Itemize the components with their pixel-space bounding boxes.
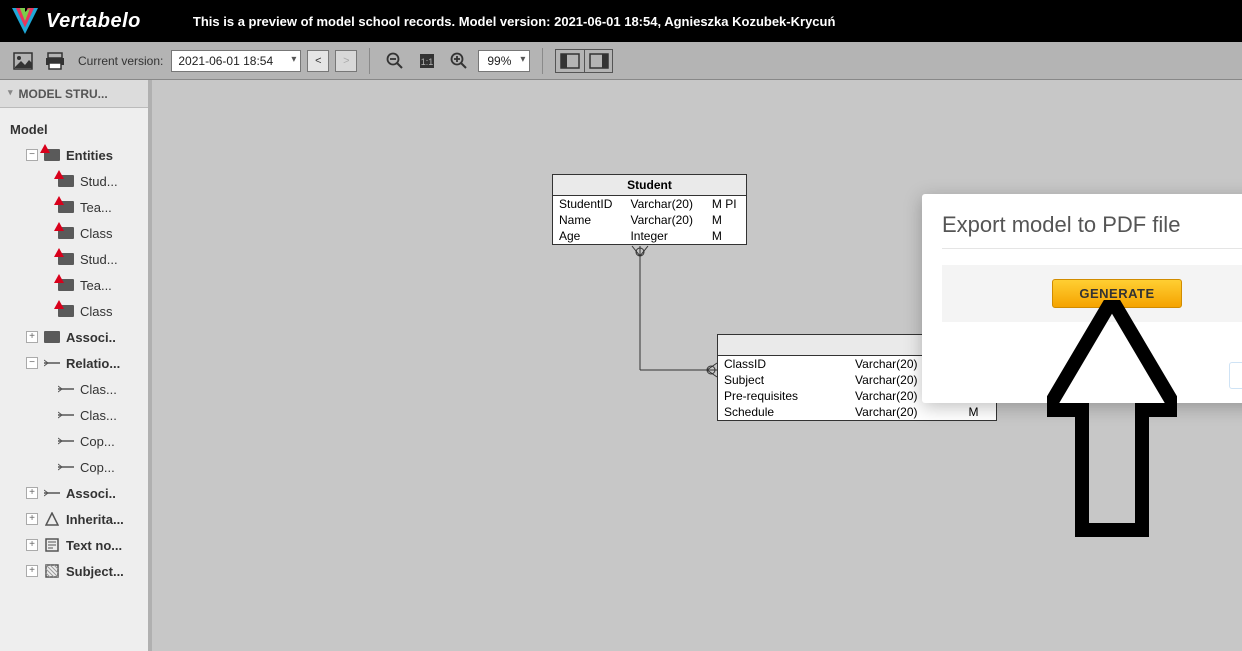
expand-icon[interactable]: + — [26, 513, 38, 525]
zoom-select[interactable]: 99% — [478, 50, 530, 72]
export-image-icon[interactable] — [10, 48, 36, 74]
print-icon[interactable] — [42, 48, 68, 74]
tree-entities[interactable]: − Entities — [0, 142, 148, 168]
svg-text:1:1: 1:1 — [421, 57, 434, 67]
separator — [369, 48, 370, 74]
model-tree: Model − Entities Stud... Tea... Class St… — [0, 108, 148, 592]
generate-wrap: GENERATE — [942, 265, 1242, 322]
toolbar: Current version: 2021-06-01 18:54 < > 1:… — [0, 42, 1242, 80]
close-button[interactable]: Close — [1229, 362, 1242, 389]
tree-text-notes[interactable]: + Text no... — [0, 532, 148, 558]
relationship-icon — [58, 434, 74, 448]
zoom-in-icon[interactable] — [446, 48, 472, 74]
tree-entity-item[interactable]: Stud... — [0, 246, 148, 272]
subject-area-icon — [44, 564, 60, 578]
tree-entity-item[interactable]: Tea... — [0, 272, 148, 298]
inheritance-icon — [44, 512, 60, 526]
divider — [942, 248, 1242, 249]
panel-toggle-group — [555, 49, 613, 73]
tree-entity-item[interactable]: Class — [0, 220, 148, 246]
brand-text: Vertabelo — [46, 10, 141, 33]
relationship-icon — [58, 382, 74, 396]
sidebar: MODEL STRU... Model − Entities Stud... T… — [0, 80, 152, 651]
tree-inheritances[interactable]: + Inherita... — [0, 506, 148, 532]
relationship-icon — [58, 460, 74, 474]
brand[interactable]: Vertabelo — [0, 8, 153, 34]
vertabelo-logo-icon — [12, 8, 38, 34]
version-next-button[interactable]: > — [335, 50, 357, 72]
relationship-icon — [58, 408, 74, 422]
entity-icon — [58, 304, 74, 318]
collapse-icon[interactable]: − — [26, 357, 38, 369]
association-icon — [44, 330, 60, 344]
tree-associations[interactable]: + Associ.. — [0, 324, 148, 350]
zoom-value: 99% — [487, 54, 511, 68]
text-note-icon — [44, 538, 60, 552]
preview-banner-text: This is a preview of model school record… — [193, 14, 836, 29]
tree-entity-item[interactable]: Tea... — [0, 194, 148, 220]
expand-icon[interactable]: + — [26, 565, 38, 577]
version-select-value: 2021-06-01 18:54 — [178, 54, 273, 68]
zoom-reset-icon[interactable]: 1:1 — [414, 48, 440, 74]
right-panel-toggle[interactable] — [584, 50, 612, 72]
modal-title: Export model to PDF file — [942, 212, 1242, 238]
zoom-out-icon[interactable] — [382, 48, 408, 74]
expand-icon[interactable]: + — [26, 331, 38, 343]
separator — [542, 48, 543, 74]
export-pdf-modal: × Export model to PDF file GENERATE Clos… — [922, 194, 1242, 403]
entity-icon — [58, 200, 74, 214]
diagram-canvas[interactable]: Student StudentIDVarchar(20)M PI NameVar… — [152, 80, 1242, 651]
entity-student[interactable]: Student StudentIDVarchar(20)M PI NameVar… — [552, 174, 747, 245]
expand-icon[interactable]: + — [26, 539, 38, 551]
version-select[interactable]: 2021-06-01 18:54 — [171, 50, 301, 72]
tree-associations-2[interactable]: + Associ.. — [0, 480, 148, 506]
entity-student-columns: StudentIDVarchar(20)M PI NameVarchar(20)… — [553, 196, 746, 244]
entity-icon — [58, 252, 74, 266]
tree-relation-item[interactable]: Clas... — [0, 376, 148, 402]
association-link-icon — [44, 486, 60, 500]
generate-button[interactable]: GENERATE — [1052, 279, 1181, 308]
tree-subject-areas[interactable]: + Subject... — [0, 558, 148, 584]
current-version-label: Current version: — [78, 54, 163, 68]
entity-icon — [58, 174, 74, 188]
tree-relation-item[interactable]: Cop... — [0, 454, 148, 480]
tree-relationships[interactable]: − Relatio... — [0, 350, 148, 376]
collapse-icon[interactable]: − — [26, 149, 38, 161]
entity-icon — [58, 278, 74, 292]
entity-folder-icon — [44, 148, 60, 162]
tree-entity-item[interactable]: Stud... — [0, 168, 148, 194]
version-prev-button[interactable]: < — [307, 50, 329, 72]
expand-icon[interactable]: + — [26, 487, 38, 499]
relationship-icon — [44, 356, 60, 370]
top-bar: Vertabelo This is a preview of model sch… — [0, 0, 1242, 42]
entity-student-title: Student — [553, 175, 746, 196]
sidebar-panel-title[interactable]: MODEL STRU... — [0, 80, 148, 108]
tree-relation-item[interactable]: Clas... — [0, 402, 148, 428]
main: MODEL STRU... Model − Entities Stud... T… — [0, 80, 1242, 651]
left-panel-toggle[interactable] — [556, 50, 584, 72]
tree-root-model[interactable]: Model — [0, 116, 148, 142]
tree-entity-item[interactable]: Class — [0, 298, 148, 324]
entity-icon — [58, 226, 74, 240]
tree-relation-item[interactable]: Cop... — [0, 428, 148, 454]
